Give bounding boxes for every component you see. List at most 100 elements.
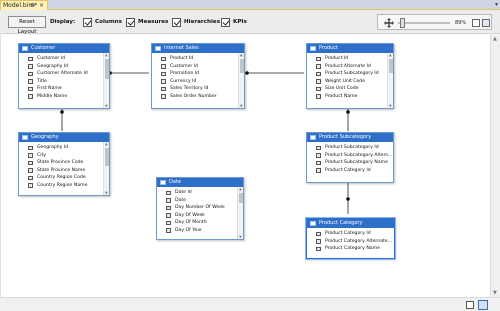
table-scrollbar[interactable]: ▲ ▼ [103, 142, 109, 195]
table-scrollbar[interactable]: ▲ ▼ [387, 53, 393, 108]
table-header[interactable]: Product [307, 44, 393, 53]
column-row[interactable]: Product Category Name [307, 245, 394, 253]
column-row[interactable]: Product Alternate Id [307, 63, 393, 71]
column-row[interactable]: Promotion Id [152, 70, 244, 78]
column-row[interactable]: Product Subcategory Name [307, 159, 393, 167]
column-row[interactable]: Date Id [157, 189, 243, 197]
column-row[interactable]: City [19, 152, 109, 160]
tab-model-bim[interactable]: Model.bim* ⊕ × [0, 0, 48, 10]
column-row[interactable]: Product Id [152, 55, 244, 63]
column-row[interactable]: Size Unit Code [307, 85, 393, 93]
column-row[interactable]: Day Of Year [157, 227, 243, 235]
table-header[interactable]: Geography [19, 133, 109, 142]
columns-checkbox-label: Columns [95, 19, 122, 25]
tab-dropdown-icon[interactable]: ▾ [495, 1, 498, 8]
column-row[interactable]: Customer Id [152, 63, 244, 71]
scroll-up-icon[interactable]: ▲ [493, 36, 497, 42]
column-row[interactable]: Customer Alternate Id [19, 70, 109, 78]
table-product-subcategory[interactable]: Product Subcategory Product Subcategory … [306, 132, 394, 183]
table-header[interactable]: Product Category [307, 219, 394, 228]
column-row[interactable]: Sales Territory Id [152, 85, 244, 93]
column-row[interactable]: Product Category Id [307, 167, 393, 175]
table-title: Product Subcategory [319, 134, 372, 140]
columns-checkbox[interactable]: Columns [83, 16, 122, 28]
checkbox-checked-icon[interactable] [172, 17, 181, 27]
column-icon [316, 246, 321, 252]
column-icon [316, 56, 321, 61]
close-icon[interactable]: × [39, 1, 44, 10]
zoom-slider-thumb[interactable] [400, 18, 405, 28]
table-title: Internet Sales [164, 45, 199, 51]
pan-icon[interactable] [384, 18, 394, 28]
column-row[interactable]: Date [157, 197, 243, 205]
zoom-slider-track[interactable] [398, 22, 450, 24]
column-name: Country Region Code [37, 175, 86, 181]
table-header[interactable]: Internet Sales [152, 44, 244, 53]
column-row[interactable]: First Name [19, 85, 109, 93]
table-customer[interactable]: Customer Customer Id Geography Id Custom… [18, 43, 110, 109]
checkbox-checked-icon[interactable] [221, 17, 230, 27]
column-row[interactable]: Sales Order Number [152, 93, 244, 101]
table-internet-sales[interactable]: Internet Sales Product Id Customer Id Pr… [151, 43, 245, 109]
column-row[interactable]: Product Category Id [307, 230, 394, 238]
grid-view-icon[interactable] [466, 301, 474, 309]
table-scrollbar[interactable]: ▲ ▼ [238, 53, 244, 108]
canvas-vertical-scrollbar[interactable]: ▲ ▼ [490, 35, 500, 297]
table-title: Product [319, 45, 338, 51]
table-header[interactable]: Customer [19, 44, 109, 53]
fit-to-window-icon[interactable] [472, 19, 480, 27]
original-size-icon[interactable] [482, 19, 490, 27]
column-row[interactable]: Product Id [307, 55, 393, 63]
column-row[interactable]: Day Number Of Week [157, 204, 243, 212]
checkbox-checked-icon[interactable] [83, 17, 92, 27]
column-row[interactable]: Geography Id [19, 63, 109, 71]
pin-icon[interactable]: ⊕ [30, 1, 35, 10]
column-icon [166, 228, 171, 233]
column-row[interactable]: Middle Name [19, 93, 109, 101]
column-icon [316, 153, 321, 158]
checkbox-checked-icon[interactable] [126, 17, 135, 27]
column-row[interactable]: Product Subcategory Altern... [307, 152, 393, 160]
diagram-canvas[interactable]: Customer Customer Id Geography Id Custom… [0, 35, 490, 297]
hierarchies-checkbox[interactable]: Hierarchies [172, 16, 220, 28]
column-row[interactable]: Product Category Alternate... [307, 238, 394, 246]
table-scrollbar[interactable]: ▲ ▼ [237, 187, 243, 239]
measures-checkbox[interactable]: Measures [126, 16, 168, 28]
column-name: Middle Name [37, 93, 68, 99]
column-icon [316, 86, 321, 92]
column-name: Date [175, 197, 186, 203]
table-header[interactable]: Product Subcategory [307, 133, 393, 142]
scroll-down-icon[interactable]: ▼ [493, 290, 497, 296]
table-scrollbar[interactable]: ▲ ▼ [103, 53, 109, 108]
column-row[interactable]: Country Region Name [19, 182, 109, 190]
column-row[interactable]: State Province Code [19, 159, 109, 167]
column-name: Product Category Name [325, 246, 380, 252]
table-geography[interactable]: Geography Geography Id City State Provin… [18, 132, 110, 196]
table-product-category[interactable]: Product Category Product Category Id Pro… [306, 218, 395, 259]
diagram-view-icon[interactable] [478, 300, 488, 310]
table-icon [310, 135, 316, 140]
table-date[interactable]: Date Date Id Date Day Number Of Week Day… [156, 177, 244, 240]
column-row[interactable]: Product Name [307, 93, 393, 101]
column-icon [316, 79, 321, 84]
table-product[interactable]: Product Product Id Product Alternate Id … [306, 43, 394, 109]
column-icon [28, 160, 33, 166]
column-row[interactable]: Day Of Month [157, 219, 243, 227]
column-row[interactable]: Weight Unit Code [307, 78, 393, 86]
column-row[interactable]: Title [19, 78, 109, 86]
column-row[interactable]: Day Of Week [157, 212, 243, 220]
column-row[interactable]: Product Subcategory Id [307, 70, 393, 78]
table-header[interactable]: Date [157, 178, 243, 187]
column-icon [316, 239, 321, 244]
column-row[interactable]: Country Region Code [19, 174, 109, 182]
column-row[interactable]: Geography Id [19, 144, 109, 152]
column-icon [161, 71, 166, 77]
kpis-checkbox[interactable]: KPIs [221, 16, 247, 28]
column-name: State Province Code [37, 160, 84, 166]
column-row[interactable]: Customer Id [19, 55, 109, 63]
column-row[interactable]: Product Subcategory Id [307, 144, 393, 152]
column-icon [28, 71, 33, 77]
reset-layout-button[interactable]: Reset Layout [8, 16, 46, 35]
column-row[interactable]: Currency Id [152, 78, 244, 86]
column-row[interactable]: State Province Name [19, 167, 109, 175]
